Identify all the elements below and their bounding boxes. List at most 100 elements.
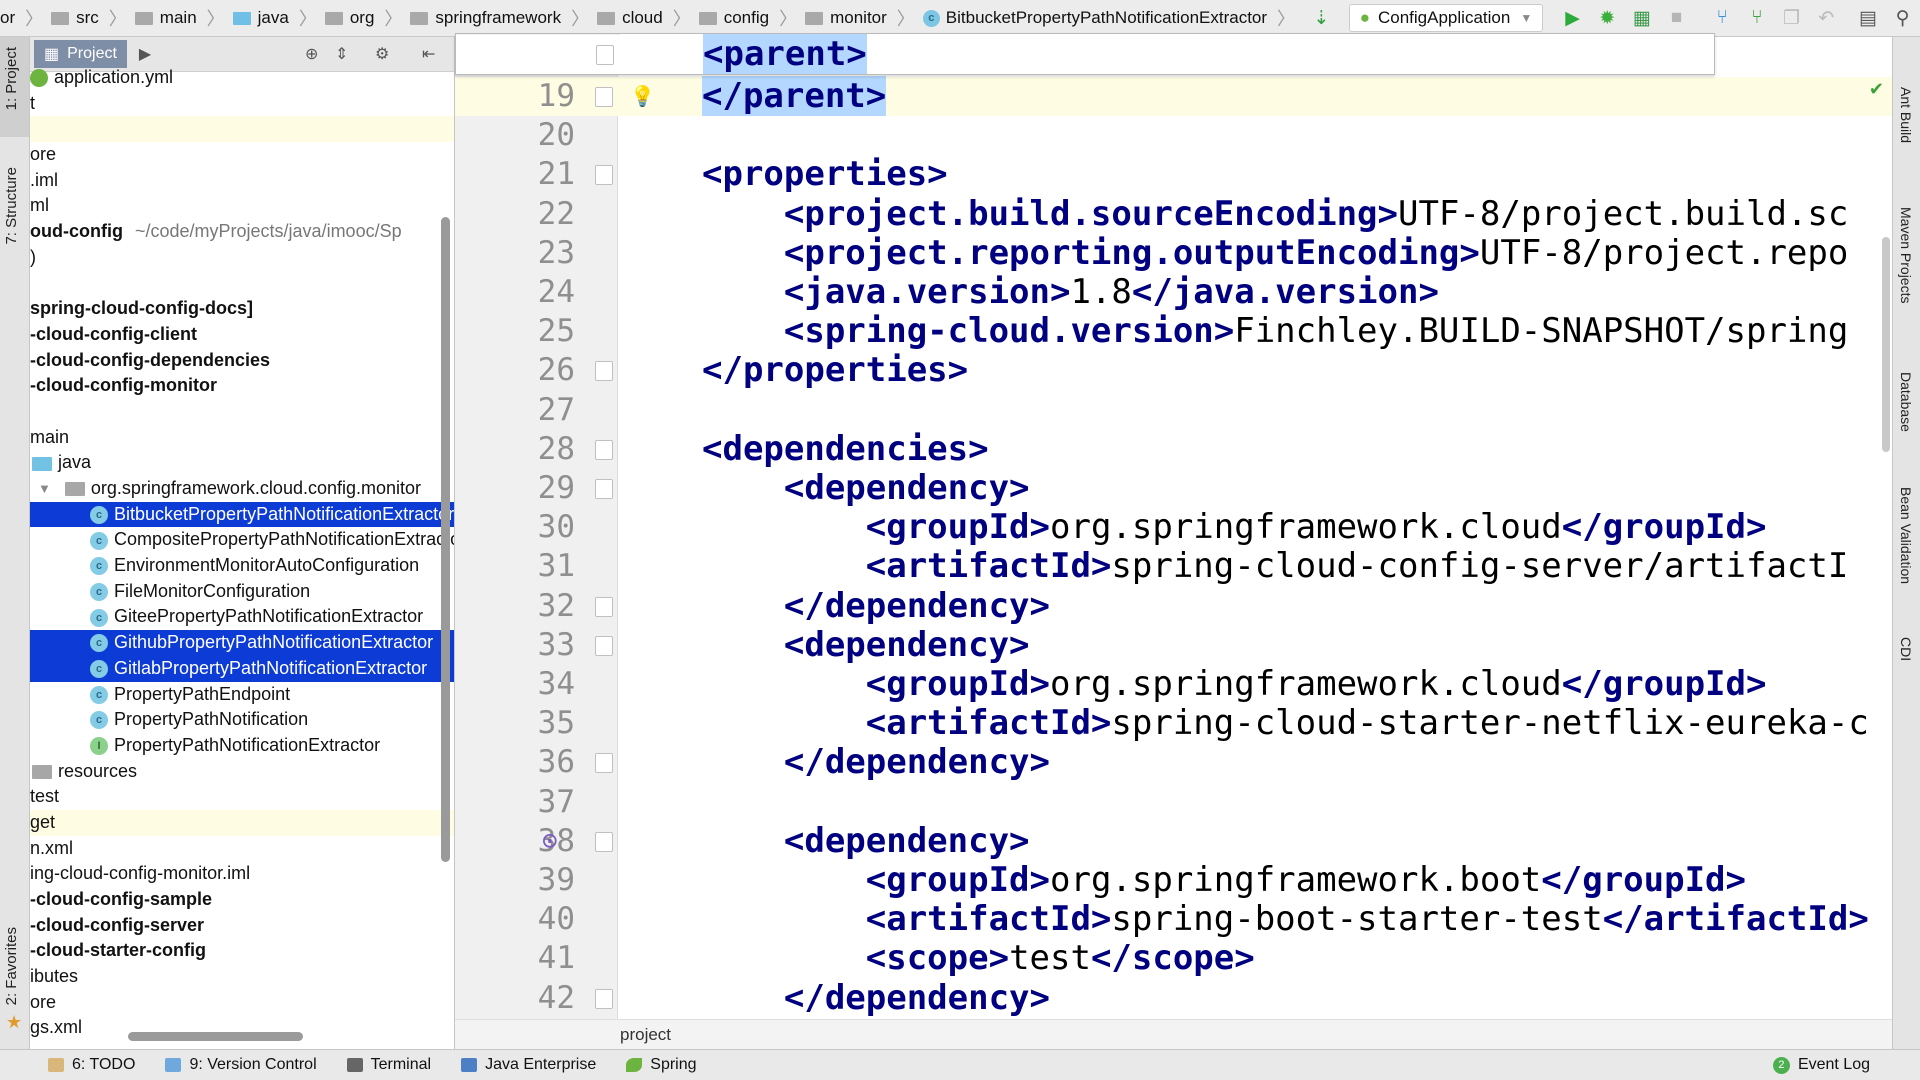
tree-item[interactable] — [30, 271, 454, 297]
tree-item[interactable]: -cloud-config-server — [30, 913, 454, 939]
breadcrumb-item[interactable]: monitor — [805, 8, 887, 28]
tree-item[interactable]: c GiteePropertyPathNotificationExtractor — [30, 604, 454, 630]
locate-icon[interactable]: ⊕ — [305, 44, 318, 64]
run-config-selector[interactable]: ● ConfigApplication ▼ — [1348, 4, 1544, 32]
fold-icon[interactable] — [595, 753, 613, 774]
code-editor[interactable]: 19 💡 </parent> 20 21 <properties> 22 <project.… — [455, 37, 1892, 1019]
sticky-context-line[interactable]: 14 <parent> — [455, 33, 1715, 75]
tree-item[interactable]: test — [30, 784, 454, 810]
fold-icon[interactable] — [595, 361, 613, 382]
project-structure-icon[interactable]: ▤ — [1854, 4, 1883, 32]
todo-tab[interactable]: 6: TODO — [48, 1056, 135, 1074]
lightbulb-icon[interactable]: 💡 — [630, 77, 655, 116]
version-control-tab[interactable]: 9: Version Control — [165, 1056, 317, 1074]
debug-icon[interactable]: ✹ — [1593, 4, 1622, 32]
tree-item[interactable]: ore — [30, 990, 454, 1016]
tree-item[interactable]: -cloud-config-sample — [30, 887, 454, 913]
tree-item[interactable]: t — [30, 91, 454, 117]
tree-item[interactable]: n.xml — [30, 836, 454, 862]
expand-arrow-icon[interactable]: ▼ — [38, 476, 51, 502]
tree-item[interactable]: c GithubPropertyPathNotificationExtractor — [30, 630, 454, 656]
fold-icon[interactable] — [595, 831, 613, 852]
sort-icon[interactable]: ⇣ — [1307, 4, 1336, 32]
right-tool-tab[interactable]: Bean Validation — [1898, 487, 1914, 584]
spring-tab[interactable]: Spring — [626, 1056, 697, 1074]
tree-item[interactable]: -cloud-starter-config — [30, 938, 454, 964]
tree-item[interactable]: java — [30, 450, 454, 476]
right-tool-tab[interactable]: CDI — [1898, 637, 1914, 661]
expand-arrow-icon[interactable]: ▶ — [139, 44, 151, 64]
tree-item[interactable]: -cloud-config-monitor — [30, 373, 454, 399]
tree-item[interactable]: c GitlabPropertyPathNotificationExtractor — [30, 655, 454, 682]
right-tool-tab[interactable]: Database — [1898, 372, 1914, 432]
tree-item[interactable]: c PropertyPathNotification — [30, 707, 454, 733]
fold-icon[interactable] — [595, 87, 613, 107]
java-enterprise-tab[interactable]: Java Enterprise — [461, 1056, 596, 1074]
project-vertical-scrollbar[interactable] — [441, 217, 450, 862]
fold-icon[interactable] — [595, 479, 613, 499]
coverage-icon[interactable]: ▦ — [1628, 4, 1657, 32]
project-view-tab[interactable]: ▦ Project — [34, 40, 127, 68]
tree-item[interactable]: ore — [30, 142, 454, 168]
editor-breadcrumb[interactable]: project — [455, 1019, 1892, 1049]
tree-item[interactable]: ) — [30, 245, 454, 271]
tree-item[interactable]: c BitbucketPropertyPathNotificationExtrac… — [30, 501, 454, 528]
gear-icon[interactable]: ⚙ — [375, 44, 389, 64]
tree-item[interactable]: ▼ org.springframework.cloud.config.monito… — [30, 476, 454, 502]
vcs-commit-icon[interactable]: ⑂ — [1743, 4, 1772, 32]
tree-item[interactable]: c FileMonitorConfiguration — [30, 579, 454, 605]
tree-item[interactable]: I PropertyPathNotificationExtractor — [30, 733, 454, 759]
tree-item[interactable]: c PropertyPathEndpoint — [30, 682, 454, 708]
breadcrumb-item[interactable]: main — [134, 8, 197, 28]
tree-item[interactable]: get — [30, 809, 454, 836]
right-tool-tab[interactable]: Maven Projects — [1898, 207, 1914, 303]
tree-item[interactable]: c CompositePropertyPathNotificationExtrac… — [30, 527, 454, 553]
tree-item[interactable]: -cloud-config-client — [30, 322, 454, 348]
breadcrumb-item[interactable]: java — [232, 8, 289, 28]
tree-item[interactable]: c EnvironmentMonitorAutoConfiguration — [30, 553, 454, 579]
search-icon[interactable]: ⚲ — [1888, 4, 1917, 32]
tree-item[interactable]: -cloud-config-dependencies — [30, 348, 454, 374]
tree-item[interactable]: oud-config ~/code/myProjects/java/imooc/S… — [30, 219, 454, 245]
tree-item[interactable]: ing-cloud-config-monitor.iml — [30, 861, 454, 887]
breadcrumb-item[interactable]: org — [324, 8, 374, 28]
tree-item[interactable]: .iml — [30, 168, 454, 194]
override-icon[interactable]: ⊙ — [542, 822, 558, 861]
stop-icon[interactable]: ■ — [1662, 4, 1691, 32]
project-tool-tab[interactable]: 1: Project — [3, 47, 20, 110]
structure-tool-tab[interactable]: 7: Structure — [3, 167, 20, 245]
breadcrumb-item[interactable]: springframework — [410, 8, 561, 28]
breadcrumb-item[interactable]: config — [698, 8, 769, 28]
fold-icon[interactable] — [595, 596, 613, 617]
tree-item[interactable]: application.yml — [30, 65, 454, 91]
right-tool-tab[interactable]: Ant Build — [1898, 87, 1914, 143]
fold-icon[interactable] — [595, 988, 613, 1009]
hide-panel-icon[interactable]: ⇤ — [422, 44, 435, 64]
fold-icon[interactable] — [595, 165, 613, 186]
project-horizontal-scrollbar[interactable] — [128, 1032, 303, 1041]
event-log-button[interactable]: 2 Event Log — [1772, 1056, 1870, 1074]
breadcrumb-item[interactable]: src — [51, 8, 99, 28]
breadcrumb-item[interactable]: cloud — [597, 8, 663, 28]
tree-item[interactable]: ml — [30, 193, 454, 219]
editor-scrollbar[interactable] — [1882, 237, 1890, 452]
tree-item[interactable]: resources — [30, 759, 454, 785]
tree-item[interactable]: main — [30, 425, 454, 451]
tree-item[interactable]: ibutes — [30, 964, 454, 990]
collapse-all-icon[interactable]: ⇕ — [335, 44, 348, 64]
code-text: <artifactId>spring-cloud-starter-netflix… — [702, 704, 1869, 743]
fold-icon[interactable] — [596, 45, 614, 65]
breadcrumb-item[interactable]: or — [0, 8, 15, 28]
favorites-tool-tab[interactable]: 2: Favorites — [3, 927, 20, 1005]
vcs-compare-icon[interactable]: ❐ — [1777, 4, 1806, 32]
vcs-update-icon[interactable]: ⑂ — [1708, 4, 1737, 32]
tree-item[interactable] — [30, 399, 454, 425]
tree-item[interactable]: spring-cloud-config-docs] — [30, 296, 454, 322]
fold-icon[interactable] — [595, 635, 613, 656]
tree-item[interactable] — [30, 116, 454, 143]
breadcrumb-item[interactable]: c BitbucketPropertyPathNotificationExtrac… — [922, 8, 1267, 28]
fold-icon[interactable] — [595, 439, 613, 460]
terminal-tab[interactable]: Terminal — [346, 1056, 431, 1074]
run-icon[interactable]: ▶ — [1558, 4, 1587, 32]
revert-icon[interactable]: ↶ — [1812, 4, 1841, 32]
